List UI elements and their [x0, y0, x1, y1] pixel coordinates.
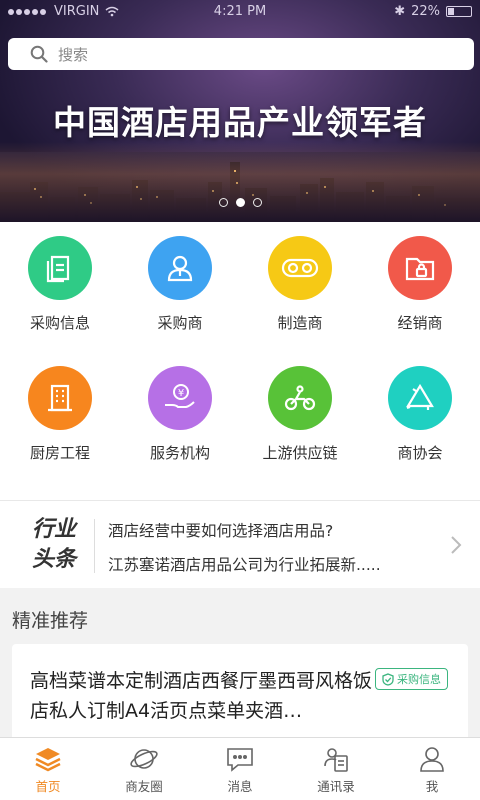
battery-percent: 22% — [411, 4, 440, 19]
tab-label: 商友圈 — [125, 779, 163, 794]
search-placeholder: 搜索 — [58, 45, 89, 64]
category-manufacturers[interactable]: 制造商 — [240, 236, 360, 366]
pager-dot-active[interactable] — [235, 198, 245, 207]
category-service-agencies[interactable]: ¥ 服务机构 — [120, 366, 240, 496]
contacts-icon — [324, 748, 348, 772]
layers-icon — [35, 748, 61, 772]
search-input[interactable]: 搜索 — [8, 38, 474, 70]
headline-item[interactable]: 酒店经营中要如何选择酒店用品? — [108, 519, 333, 541]
building-icon — [28, 366, 92, 430]
tab-label: 首页 — [35, 779, 61, 794]
tab-label: 我 — [425, 779, 439, 794]
tab-me[interactable]: 我 — [384, 738, 480, 800]
pager-dot[interactable] — [218, 198, 228, 207]
user-icon — [420, 747, 444, 772]
shield-check-icon — [382, 672, 394, 686]
headlines-tag: 行业 头条 — [22, 515, 86, 575]
tab-label: 通讯录 — [317, 779, 355, 794]
industry-headlines[interactable]: 行业 头条 酒店经营中要如何选择酒店用品? 江苏塞诺酒店用品公司为行业拓展新..… — [0, 500, 480, 588]
chat-icon — [227, 748, 253, 772]
category-purchase-info[interactable]: 采购信息 — [0, 236, 120, 366]
battery-icon — [446, 6, 472, 17]
badge-label: 采购信息 — [397, 673, 441, 686]
banner-slogan: 中国酒店用品产业领军者 — [53, 103, 427, 142]
headlines-divider — [94, 519, 95, 573]
bottom-tab-bar: 首页 商友圈 消息 通讯录 我 — [0, 737, 480, 800]
category-label: 商协会 — [397, 444, 443, 462]
category-distributors[interactable]: 经销商 — [360, 236, 480, 366]
tab-label: 消息 — [227, 779, 253, 794]
purchase-info-badge: 采购信息 — [375, 668, 448, 690]
svg-text:¥: ¥ — [178, 388, 184, 399]
category-kitchen-engineering[interactable]: 厨房工程 — [0, 366, 120, 496]
status-bar: VIRGIN 4:21 PM ✱ 22% — [0, 0, 480, 24]
category-upstream-supply-chain[interactable]: 上游供应链 — [240, 366, 360, 496]
category-buyers[interactable]: 采购商 — [120, 236, 240, 366]
headlines-tag-line2: 头条 — [31, 547, 76, 572]
category-label: 厨房工程 — [29, 444, 90, 462]
banner-pager[interactable] — [0, 198, 480, 207]
document-icon — [28, 236, 92, 300]
tab-contacts[interactable]: 通讯录 — [288, 738, 384, 800]
category-associations[interactable]: 商协会 — [360, 366, 480, 496]
category-label: 上游供应链 — [262, 444, 338, 462]
city-glow — [0, 142, 480, 222]
category-grid: 采购信息 采购商 制造商 经销商 厨房工程 ¥ 服务机构 上游供应链 商协会 — [0, 222, 480, 500]
category-label: 制造商 — [277, 314, 323, 332]
headline-item[interactable]: 江苏塞诺酒店用品公司为行业拓展新..... — [108, 553, 381, 575]
recommend-card[interactable]: 高档菜谱本定制酒店西餐厅墨西哥风格饭店私人订制A4活页点菜单夹酒… 采购信息 — [12, 644, 468, 744]
tab-business-circle[interactable]: 商友圈 — [96, 738, 192, 800]
category-label: 经销商 — [397, 314, 443, 332]
tab-home[interactable]: 首页 — [0, 738, 96, 800]
category-label: 采购商 — [157, 314, 203, 332]
bluetooth-icon: ✱ — [394, 4, 406, 19]
folder-lock-icon — [388, 236, 452, 300]
recommend-section-title: 精准推荐 — [12, 610, 89, 632]
gears-icon — [268, 236, 332, 300]
tab-messages[interactable]: 消息 — [192, 738, 288, 800]
bike-icon — [268, 366, 332, 430]
chevron-right-icon[interactable] — [450, 535, 462, 555]
search-icon — [30, 45, 48, 63]
yen-hand-icon: ¥ — [148, 366, 212, 430]
planet-icon — [130, 749, 158, 769]
person-icon — [148, 236, 212, 300]
recycle-icon — [388, 366, 452, 430]
category-label: 采购信息 — [29, 314, 90, 332]
headlines-tag-line1: 行业 — [31, 517, 76, 542]
hero-banner[interactable]: VIRGIN 4:21 PM ✱ 22% 搜索 中国酒店用品产业领军者 — [0, 0, 480, 222]
pager-dot[interactable] — [252, 198, 262, 207]
category-label: 服务机构 — [149, 444, 210, 462]
recommend-card-title: 高档菜谱本定制酒店西餐厅墨西哥风格饭店私人订制A4活页点菜单夹酒… — [30, 670, 373, 722]
